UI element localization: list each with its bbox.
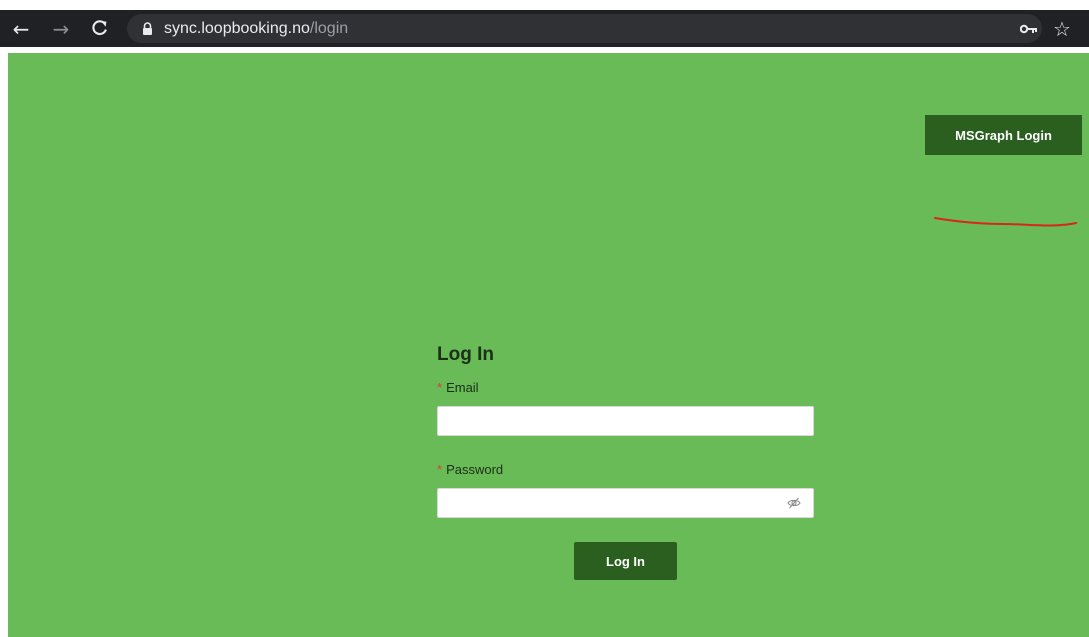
bookmark-star-icon[interactable]: ☆ bbox=[1050, 10, 1074, 47]
login-page: MSGraph Login Log In * Email * Password Lo… bbox=[8, 53, 1089, 637]
forward-arrow-icon[interactable]: → bbox=[47, 10, 75, 47]
login-submit-button[interactable]: Log In bbox=[574, 542, 677, 580]
lock-icon[interactable] bbox=[140, 22, 154, 36]
url-path: /login bbox=[309, 19, 349, 37]
browser-toolbar: ← → sync.loopbooking.no/login ☆ bbox=[0, 10, 1089, 47]
required-mark: * bbox=[437, 462, 443, 477]
address-bar[interactable]: sync.loopbooking.no/login bbox=[127, 14, 1042, 43]
back-arrow-icon[interactable]: ← bbox=[7, 10, 35, 47]
eye-slash-icon[interactable] bbox=[787, 496, 801, 510]
url-host: sync.loopbooking.no bbox=[164, 19, 310, 37]
browser-chrome: ← → sync.loopbooking.no/login ☆ bbox=[0, 0, 1089, 53]
email-label-text: Email bbox=[446, 380, 479, 395]
red-underline-annotation bbox=[934, 217, 1077, 227]
form-title: Log In bbox=[437, 344, 494, 365]
email-field[interactable] bbox=[437, 406, 814, 436]
password-label: * Password bbox=[437, 462, 503, 477]
password-label-text: Password bbox=[446, 462, 504, 477]
reload-icon[interactable] bbox=[85, 10, 113, 47]
msgraph-login-button[interactable]: MSGraph Login bbox=[925, 115, 1082, 155]
url-text: sync.loopbooking.no/login bbox=[164, 20, 348, 38]
password-field[interactable] bbox=[437, 488, 814, 518]
email-label: * Email bbox=[437, 380, 479, 395]
required-mark: * bbox=[437, 380, 443, 395]
key-icon[interactable] bbox=[1017, 10, 1041, 47]
